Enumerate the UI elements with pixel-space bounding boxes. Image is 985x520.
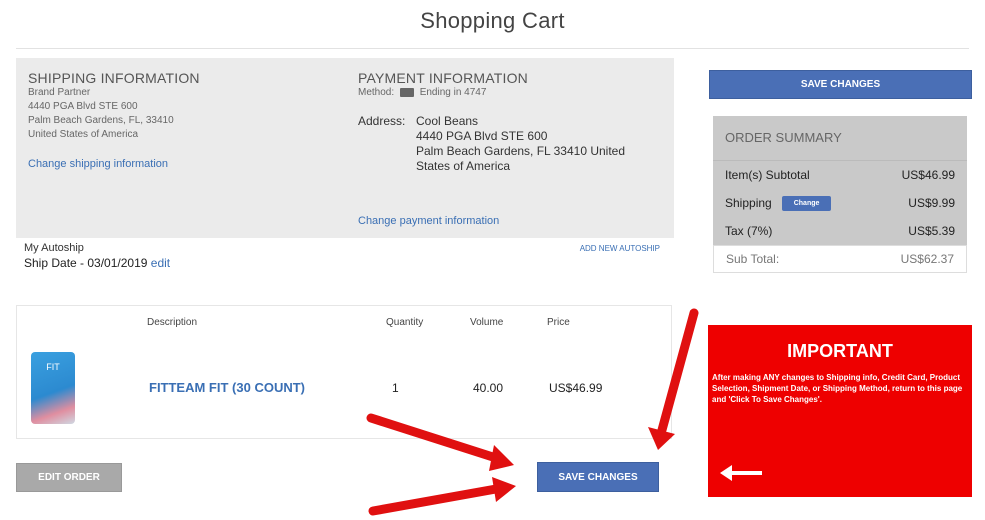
payment-address-label: Address: — [358, 114, 406, 128]
shipping-country: United States of America — [28, 129, 139, 140]
order-summary: ORDER SUMMARY Item(s) Subtotal US$46.99 … — [713, 116, 967, 273]
payment-address-line: Cool Beans — [416, 114, 479, 128]
col-header-price: Price — [547, 317, 570, 328]
shipping-cost-label: Shipping — [725, 196, 772, 210]
shipping-line1: 4440 PGA Blvd STE 600 — [28, 101, 138, 112]
payment-method: Method: Ending in 4747 — [358, 86, 668, 100]
change-shipping-method-button[interactable]: Change — [781, 195, 832, 211]
shipping-heading: SHIPPING INFORMATION — [28, 70, 200, 86]
important-title: IMPORTANT — [787, 341, 893, 361]
cart-table: Description Quantity Volume Price FIT FI… — [16, 305, 672, 439]
page-title: Shopping Cart — [420, 8, 565, 33]
title-divider — [16, 48, 969, 49]
edit-ship-date-link[interactable]: edit — [151, 256, 170, 270]
total-row: Sub Total: US$62.37 — [713, 245, 967, 273]
payment-address-line: 4440 PGA Blvd STE 600 — [416, 129, 548, 143]
shipping-name: Brand Partner — [28, 87, 91, 98]
left-arrow-icon — [720, 465, 762, 481]
item-price: US$46.99 — [549, 381, 603, 395]
payment-method-label: Method: — [358, 87, 395, 98]
ship-date: Ship Date - 03/01/2019 edit — [24, 256, 664, 270]
payment-address-line: Palm Beach Gardens, FL 33410 United — [416, 144, 626, 158]
tax-label: Tax (7%) — [725, 224, 773, 238]
tax-value: US$5.39 — [908, 224, 955, 238]
subtotal-row: Item(s) Subtotal US$46.99 — [713, 161, 967, 189]
add-new-autoship-link[interactable]: ADD NEW AUTOSHIP — [580, 244, 660, 253]
shipping-info: SHIPPING INFORMATION Brand Partner 4440 … — [28, 70, 348, 170]
payment-heading: PAYMENT INFORMATION — [358, 70, 528, 86]
change-payment-link[interactable]: Change payment information — [358, 215, 499, 227]
payment-method-value: Ending in 4747 — [419, 87, 487, 98]
subtotal-value: US$46.99 — [901, 168, 955, 182]
autoship-label: My Autoship — [24, 242, 84, 254]
tax-row: Tax (7%) US$5.39 — [713, 217, 967, 245]
credit-card-icon — [399, 87, 414, 97]
item-quantity: 1 — [392, 381, 399, 395]
total-label: Sub Total: — [726, 252, 780, 266]
product-name-link[interactable]: FITTEAM FIT (30 COUNT) — [149, 380, 305, 395]
item-volume: 40.00 — [473, 381, 504, 395]
save-changes-button-top[interactable]: SAVE CHANGES — [709, 70, 972, 99]
col-header-volume: Volume — [470, 317, 504, 328]
edit-order-button[interactable]: EDIT ORDER — [16, 463, 122, 492]
payment-address-line: States of America — [416, 159, 511, 173]
important-notice: IMPORTANT After making ANY changes to Sh… — [708, 325, 972, 497]
autoship-section: My Autoship Ship Date - 03/01/2019 edit … — [24, 242, 664, 270]
shipping-cost-value: US$9.99 — [908, 196, 955, 210]
total-value: US$62.37 — [900, 252, 954, 266]
info-panel: SHIPPING INFORMATION Brand Partner 4440 … — [16, 58, 674, 238]
important-text: After making ANY changes to Shipping inf… — [712, 373, 963, 404]
shipping-line2: Palm Beach Gardens, FL, 33410 — [28, 115, 174, 126]
payment-address: Address: Cool Beans 4440 PGA Blvd STE 60… — [358, 114, 668, 174]
shipping-row: Shipping Change US$9.99 — [713, 189, 967, 217]
col-header-description: Description — [147, 317, 198, 328]
change-shipping-link[interactable]: Change shipping information — [28, 158, 348, 170]
payment-info: PAYMENT INFORMATION Method: Ending in 47… — [358, 70, 668, 227]
annotation-arrow-icon — [368, 477, 516, 516]
product-image: FIT — [31, 352, 75, 424]
save-changes-button-bottom[interactable]: SAVE CHANGES — [537, 462, 659, 492]
subtotal-label: Item(s) Subtotal — [725, 168, 810, 182]
product-image-label: FIT — [46, 362, 60, 372]
ship-date-text: Ship Date - 03/01/2019 — [24, 256, 148, 270]
col-header-quantity: Quantity — [386, 317, 424, 328]
order-summary-heading: ORDER SUMMARY — [713, 116, 967, 160]
